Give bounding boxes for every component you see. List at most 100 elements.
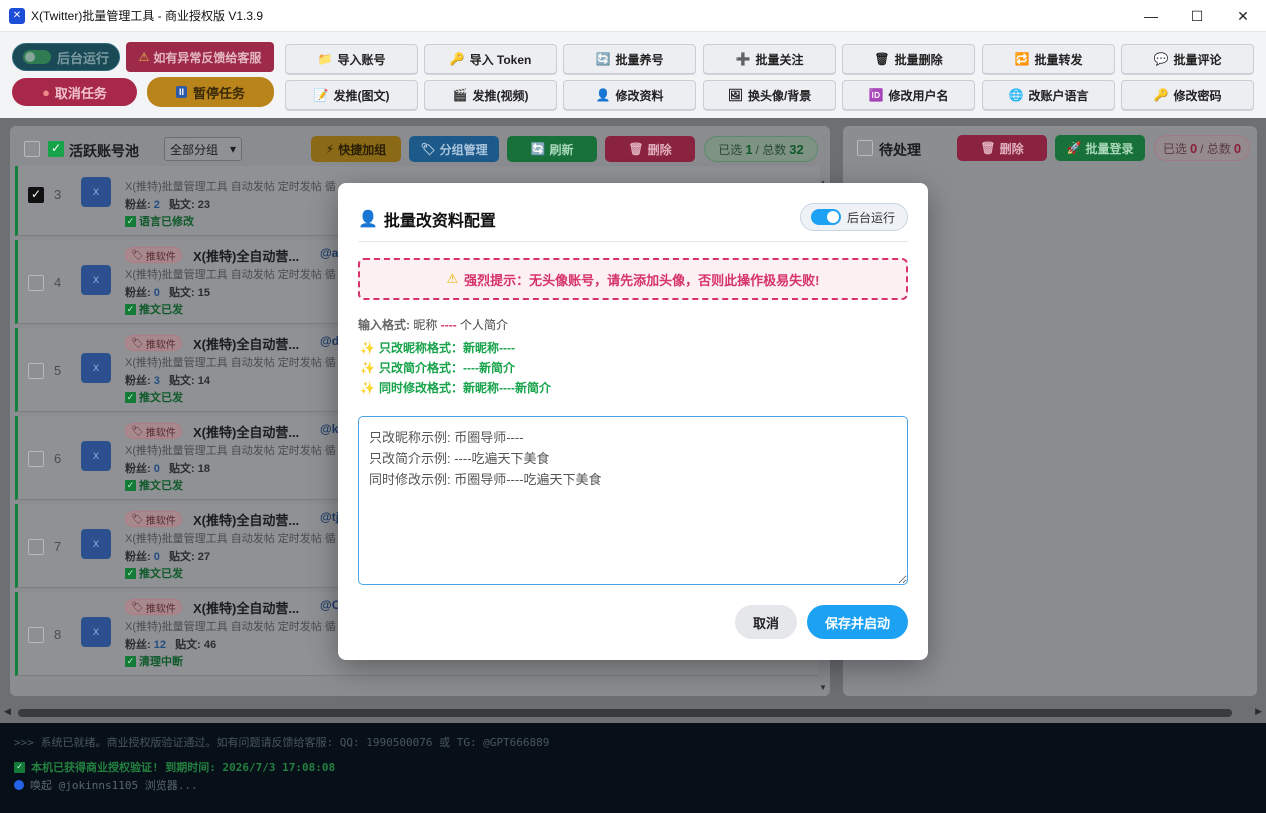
row-number: 3 <box>54 187 62 202</box>
save-and-start-button[interactable]: 保存并启动 <box>807 605 908 639</box>
scroll-down-arrow[interactable]: ▼ <box>818 683 828 692</box>
key-icon: 🔑 <box>1153 88 1169 102</box>
minimize-button[interactable]: — <box>1128 0 1174 32</box>
batch-edit-profile-dialog: 👤 批量改资料配置 后台运行 ⚠ 强烈提示：无头像账号，请先添加头像，否则此操作… <box>338 183 928 660</box>
dialog-bg-run-toggle[interactable]: 后台运行 <box>800 203 908 231</box>
edit-profile-button[interactable]: 👤 修改资料 <box>563 80 696 110</box>
scroll-thumb[interactable] <box>18 709 1232 717</box>
title-bar: ✕ X(Twitter)批量管理工具 - 商业授权版 V1.3.9 — ☐ ✕ <box>0 0 1266 32</box>
account-handle: @d <box>320 334 340 348</box>
folder-icon: 📁 <box>317 52 333 66</box>
row-tag: 🏷 推软件 <box>125 335 182 351</box>
bg-run-toggle[interactable]: 后台运行 <box>12 43 120 71</box>
horizontal-scrollbar[interactable]: ◀ ▶ <box>0 703 1266 723</box>
account-stats: 粉丝: 0 贴文: 18 <box>125 463 211 475</box>
change-username-button[interactable]: 🆔 修改用户名 <box>842 80 975 110</box>
pool-title: 活跃账号池 <box>69 143 139 159</box>
log-line: 唤起 @jokinns1105 浏览器... <box>14 777 198 793</box>
pause-task-button[interactable]: II 暂停任务 <box>147 77 274 107</box>
import-token-button[interactable]: 🔑 导入 Token <box>424 44 557 74</box>
batch-retweet-button[interactable]: 🔁 批量转发 <box>982 44 1115 74</box>
account-bio: X(推特)批量管理工具 自动发帖 定时发帖 循 <box>125 621 336 633</box>
cancel-task-button[interactable]: ● 取消任务 <box>12 78 137 106</box>
check-icon: ✓ <box>125 567 136 579</box>
avatar: X <box>81 441 111 471</box>
change-language-button[interactable]: 🌐 改账户语言 <box>982 80 1115 110</box>
refresh-button[interactable]: 🔄 刷新 <box>507 136 597 162</box>
post-image-button[interactable]: 📝 发推(图文) <box>285 80 418 110</box>
tag-icon: 🏷 <box>131 601 144 613</box>
warning-icon: ⚠ <box>446 271 459 286</box>
post-video-button[interactable]: 🎬 发推(视频) <box>424 80 557 110</box>
account-bio: X(推特)批量管理工具 自动发帖 定时发帖 循 <box>125 269 336 281</box>
select-all-checkbox[interactable] <box>24 141 40 157</box>
row-checkbox[interactable] <box>28 539 44 555</box>
batch-nurture-button[interactable]: 🔄 批量养号 <box>563 44 696 74</box>
account-stats: 粉丝: 0 贴文: 15 <box>125 287 211 299</box>
batch-login-button[interactable]: 🚀 批量登录 <box>1055 135 1145 161</box>
account-name: X(推特)全自动营... <box>193 425 300 440</box>
row-tag: 🏷 推软件 <box>125 423 182 439</box>
avatar: X <box>81 177 111 207</box>
tag-icon: 🏷 <box>131 425 144 437</box>
quick-group-button[interactable]: ⚡ 快捷加组 <box>311 136 401 162</box>
feedback-button[interactable]: ⚠ 如有异常反馈给客服 <box>126 42 274 72</box>
change-password-button[interactable]: 🔑 修改密码 <box>1121 80 1254 110</box>
group-select[interactable]: 全部分组 ▾ <box>164 137 242 161</box>
account-handle: @tj <box>320 510 340 524</box>
log-line: ✓ 本机已获得商业授权验证! 到期时间: 2026/7/3 17:08:08 <box>14 759 335 775</box>
group-manage-button[interactable]: 🏷 分组管理 <box>409 136 499 162</box>
scroll-left-arrow[interactable]: ◀ <box>4 706 11 717</box>
globe-icon: 🌐 <box>1008 88 1024 102</box>
pause-icon: II <box>175 86 187 98</box>
batch-comment-button[interactable]: 💬 批量评论 <box>1121 44 1254 74</box>
retweet-icon: 🔁 <box>1014 52 1030 66</box>
tag-icon: 🏷 <box>131 337 144 349</box>
batch-follow-button[interactable]: ➕ 批量关注 <box>703 44 836 74</box>
dialog-title: 👤 批量改资料配置 <box>358 211 496 230</box>
maximize-button[interactable]: ☐ <box>1174 0 1220 32</box>
toolbar: 后台运行 ⚠ 如有异常反馈给客服 ● 取消任务 II 暂停任务 📁 导入账号 🔑 导… <box>0 32 1266 118</box>
row-checkbox[interactable] <box>28 275 44 291</box>
cancel-button[interactable]: 取消 <box>735 605 797 639</box>
row-number: 6 <box>54 451 62 466</box>
account-status: ✓ 推文已发 <box>125 303 183 316</box>
row-checkbox[interactable] <box>28 627 44 643</box>
avatar: X <box>81 617 111 647</box>
row-checkbox[interactable]: ✓ <box>28 187 44 203</box>
user-icon: 👤 <box>358 211 378 228</box>
row-tag: 🏷 推软件 <box>125 247 182 263</box>
account-handle: @k <box>320 422 339 436</box>
refresh-icon: 🔄 <box>530 142 546 156</box>
warning-banner: ⚠ 强烈提示：无头像账号，请先添加头像，否则此操作极易失败! <box>358 258 908 300</box>
pending-delete-button[interactable]: 🗑 删除 <box>957 135 1047 161</box>
image-icon: 🖼 <box>727 88 743 102</box>
batch-delete-button[interactable]: 🗑 批量删除 <box>842 44 975 74</box>
pending-select-all-checkbox[interactable] <box>857 140 873 156</box>
check-icon: ✓ <box>125 303 136 315</box>
account-handle: @a <box>320 246 339 260</box>
toggle-switch[interactable] <box>811 209 841 225</box>
scroll-right-arrow[interactable]: ▶ <box>1255 706 1262 717</box>
row-checkbox[interactable] <box>28 451 44 467</box>
account-stats: 粉丝: 2 贴文: 23 <box>125 199 211 211</box>
row-number: 4 <box>54 275 62 290</box>
pending-title: 待处理 <box>879 142 921 158</box>
row-checkbox[interactable] <box>28 363 44 379</box>
chevron-down-icon: ▾ <box>229 142 236 156</box>
import-accounts-button[interactable]: 📁 导入账号 <box>285 44 418 74</box>
account-bio: X(推特)批量管理工具 自动发帖 定时发帖 循 <box>125 357 336 369</box>
user-icon: 👤 <box>595 88 611 102</box>
video-icon: 🎬 <box>452 88 468 102</box>
account-bio: X(推特)批量管理工具 自动发帖 定时发帖 循 <box>125 181 336 193</box>
pending-selection-count: 已选 0 / 总数 0 <box>1154 135 1250 161</box>
tag-icon: 🏷 <box>131 513 144 525</box>
selection-count: 已选 1 / 总数 32 <box>704 136 818 162</box>
profile-input-textarea[interactable] <box>358 416 908 585</box>
account-stats: 粉丝: 3 贴文: 14 <box>125 375 211 387</box>
delete-button[interactable]: 🗑 删除 <box>605 136 695 162</box>
change-avatar-button[interactable]: 🖼 换头像/背景 <box>703 80 836 110</box>
divider <box>358 241 908 242</box>
close-button[interactable]: ✕ <box>1220 0 1266 32</box>
stop-icon: ● <box>42 84 50 100</box>
